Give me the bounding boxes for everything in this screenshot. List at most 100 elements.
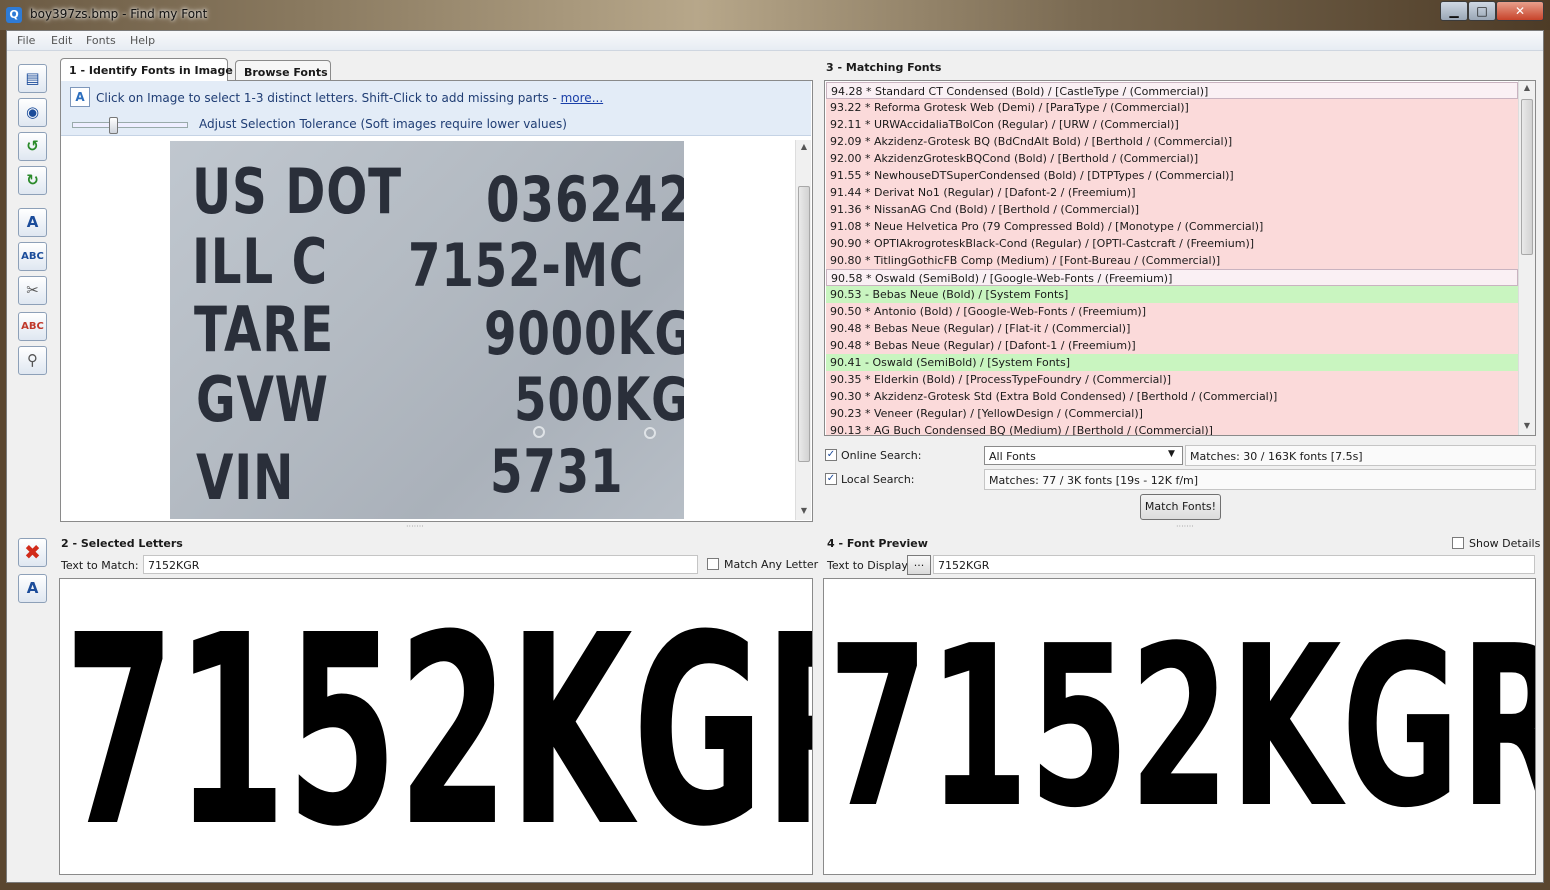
menu-edit[interactable]: Edit — [51, 34, 72, 47]
font-preview-title: 4 - Font Preview — [827, 537, 928, 550]
plate-line-4-right: 500KG — [514, 365, 684, 435]
show-details-label: Show Details — [1469, 537, 1541, 550]
font-preview-canvas: 7152KGR — [823, 578, 1536, 875]
match-row[interactable]: 90.80 * TitlingGothicFB Comp (Medium) / … — [826, 252, 1518, 269]
plate-line-5-right: 5731 — [490, 437, 624, 507]
rivet — [644, 427, 656, 439]
match-row[interactable]: 90.48 * Bebas Neue (Regular) / [Flat-it … — [826, 320, 1518, 337]
match-row[interactable]: 90.41 - Oswald (SemiBold) / [System Font… — [826, 354, 1518, 371]
letters-icon[interactable]: ABC — [18, 312, 47, 341]
open-image-icon[interactable]: ▤ — [18, 64, 47, 93]
clear-selection-icon[interactable]: ✖ — [18, 538, 47, 567]
remove-letter-icon[interactable]: A — [18, 574, 47, 603]
add-letter-icon[interactable]: A — [18, 208, 47, 237]
hint-instruction: Click on Image to select 1-3 distinct le… — [96, 91, 561, 105]
local-matches-status: Matches: 77 / 3K fonts [19s - 12K f/m] — [984, 469, 1536, 490]
match-row[interactable]: 91.55 * NewhouseDTSuperCondensed (Bold) … — [826, 167, 1518, 184]
match-row[interactable]: 90.30 * Akzidenz-Grotesk Std (Extra Bold… — [826, 388, 1518, 405]
plate-line-4-left: GVW — [196, 363, 329, 436]
scrollbar-thumb[interactable] — [1521, 99, 1533, 255]
tolerance-slider-track[interactable] — [72, 122, 188, 128]
matching-fonts-list[interactable]: 94.28 * Standard CT Condensed (Bold) / [… — [824, 80, 1536, 436]
maximize-button[interactable]: □ — [1468, 1, 1496, 21]
scroll-up-arrow-icon[interactable]: ▲ — [796, 142, 812, 151]
rivet — [533, 426, 545, 438]
match-row[interactable]: 90.90 * OPTIAkrogroteskBlack-Cond (Regul… — [826, 235, 1518, 252]
auto-select-icon[interactable]: ABC — [18, 242, 47, 271]
chevron-down-icon[interactable]: ▼ — [1168, 449, 1175, 459]
plate-line-3-left: TARE — [194, 293, 335, 366]
show-details-checkbox[interactable] — [1452, 537, 1464, 549]
text-options-button[interactable]: ... — [907, 555, 931, 575]
text-to-match-input[interactable]: 7152KGR — [143, 555, 698, 574]
menu-bar: File Edit Fonts Help — [7, 31, 1543, 51]
match-row[interactable]: 92.09 * Akzidenz-Grotesk BQ (BdCndAlt Bo… — [826, 133, 1518, 150]
online-search-checkbox[interactable]: ✓ — [825, 449, 837, 461]
minimize-button[interactable]: ▁ — [1440, 1, 1468, 21]
font-preview-text: 7152KGR — [828, 599, 1536, 857]
camera-icon[interactable]: ◉ — [18, 98, 47, 127]
match-row[interactable]: 90.13 * AG Buch Condensed BQ (Medium) / … — [826, 422, 1518, 435]
menu-file[interactable]: File — [17, 34, 35, 47]
text-to-display-input[interactable]: 7152KGR — [933, 555, 1535, 574]
scroll-down-arrow-icon[interactable]: ▼ — [1519, 421, 1535, 430]
matches-scrollbar[interactable]: ▲ ▼ — [1518, 81, 1535, 435]
tab-identify-fonts[interactable]: 1 - Identify Fonts in Image — [60, 58, 233, 81]
match-row[interactable]: 90.35 * Elderkin (Bold) / [ProcessTypeFo… — [826, 371, 1518, 388]
online-search-label: Online Search: — [841, 449, 922, 462]
match-row[interactable]: 92.00 * AkzidenzGroteskBQCond (Bold) / [… — [826, 150, 1518, 167]
online-matches-status: Matches: 30 / 163K fonts [7.5s] — [1185, 445, 1536, 466]
match-row[interactable]: 92.11 * URWAccidaliaTBolCon (Regular) / … — [826, 116, 1518, 133]
match-row[interactable]: 90.53 - Bebas Neue (Bold) / [System Font… — [826, 286, 1518, 303]
selected-letters-text: 7152KGR — [64, 579, 813, 875]
selection-toolbar: ✖ A — [14, 536, 52, 616]
match-row[interactable]: 94.28 * Standard CT Condensed (Bold) / [… — [826, 82, 1518, 99]
scroll-up-arrow-icon[interactable]: ▲ — [1519, 83, 1535, 92]
plate-line-3-right: 9000KG — [484, 299, 684, 369]
window-title: boy397zs.bmp - Find my Font — [30, 7, 208, 21]
hint-text: Click on Image to select 1-3 distinct le… — [96, 91, 603, 105]
plate-line-2-left: ILL C — [192, 225, 328, 298]
match-row[interactable]: 91.44 * Derivat No1 (Regular) / [Dafont-… — [826, 184, 1518, 201]
close-button[interactable]: ✕ — [1496, 1, 1544, 21]
match-row[interactable]: 90.58 * Oswald (SemiBold) / [Google-Web-… — [826, 269, 1518, 286]
scroll-down-arrow-icon[interactable]: ▼ — [796, 506, 812, 515]
selected-letters-canvas[interactable]: 7152KGR — [59, 578, 813, 875]
plate-line-2-right: 7152-MC — [408, 231, 645, 301]
match-row[interactable]: 90.50 * Antonio (Bold) / [Google-Web-Fon… — [826, 303, 1518, 320]
match-row[interactable]: 91.08 * Neue Helvetica Pro (79 Compresse… — [826, 218, 1518, 235]
plate-line-1-left: US DOT — [192, 155, 402, 228]
zoom-icon[interactable]: ⚲ — [18, 346, 47, 375]
image-scrollbar[interactable]: ▲ ▼ — [795, 140, 811, 520]
match-any-letter-checkbox[interactable] — [707, 558, 719, 570]
selected-letters-title: 2 - Selected Letters — [61, 537, 183, 550]
tolerance-slider-thumb[interactable] — [108, 117, 118, 134]
select-letters-icon: A — [70, 87, 90, 107]
splitter-grip[interactable]: ······· — [1176, 522, 1194, 531]
text-to-display-label: Text to Display: — [827, 559, 911, 572]
match-row[interactable]: 90.48 * Bebas Neue (Regular) / [Dafont-1… — [826, 337, 1518, 354]
plate-line-5-left: VIN — [196, 441, 295, 514]
match-fonts-button[interactable]: Match Fonts! — [1140, 494, 1221, 520]
rotate-left-icon[interactable]: ↺ — [18, 132, 47, 161]
matching-fonts-title: 3 - Matching Fonts — [826, 61, 942, 74]
tab-browse-fonts[interactable]: Browse Fonts — [235, 60, 331, 81]
more-link[interactable]: more... — [561, 91, 604, 105]
match-row[interactable]: 91.36 * NissanAG Cnd (Bold) / [Berthold … — [826, 201, 1518, 218]
scrollbar-thumb[interactable] — [798, 186, 810, 462]
match-row[interactable]: 93.22 * Reforma Grotesk Web (Demi) / [Pa… — [826, 99, 1518, 116]
local-search-checkbox[interactable]: ✓ — [825, 473, 837, 485]
menu-fonts[interactable]: Fonts — [86, 34, 116, 47]
splitter-grip[interactable]: ······· — [406, 522, 424, 531]
font-filter-select[interactable]: All Fonts — [984, 446, 1183, 465]
left-toolbar: ▤ ◉ ↺ ↻ A ABC ✂ ABC ⚲ — [14, 62, 52, 382]
rotate-right-icon[interactable]: ↻ — [18, 166, 47, 195]
tolerance-label: Adjust Selection Tolerance (Soft images … — [199, 117, 567, 131]
local-search-label: Local Search: — [841, 473, 915, 486]
menu-help[interactable]: Help — [130, 34, 155, 47]
match-row[interactable]: 90.23 * Veneer (Regular) / [YellowDesign… — [826, 405, 1518, 422]
plate-line-1-right: 036242 — [486, 163, 684, 236]
scissors-icon[interactable]: ✂ — [18, 276, 47, 305]
title-bar — [0, 0, 1550, 30]
source-image[interactable]: US DOT 036242 ILL C 7152-MC TARE 9000KG … — [170, 141, 684, 519]
